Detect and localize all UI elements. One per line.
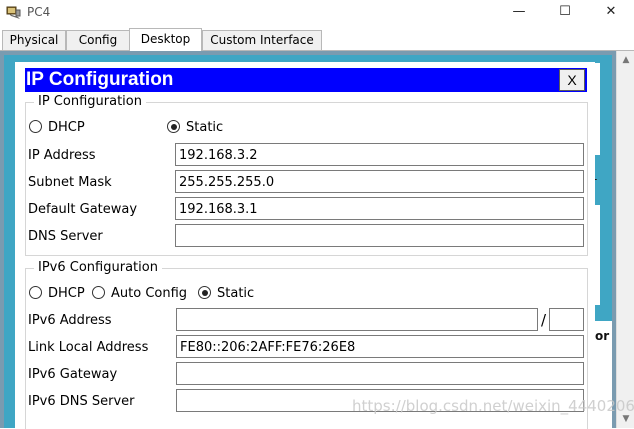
- scroll-down-arrow-icon[interactable]: ▼: [617, 414, 634, 424]
- ipv6-gateway-input[interactable]: [176, 362, 584, 385]
- vertical-scrollbar[interactable]: ▲ ▼: [616, 51, 634, 428]
- subnet-mask-label: Subnet Mask: [28, 175, 112, 190]
- ipv4-configuration-group: IP Configuration DHCP Static IP Address …: [25, 94, 588, 256]
- ip-address-label: IP Address: [28, 148, 96, 163]
- tab-strip: Physical Config Desktop Custom Interface: [0, 28, 634, 51]
- default-gateway-label: Default Gateway: [28, 202, 138, 217]
- ip-address-input[interactable]: 192.168.3.2: [175, 143, 584, 166]
- ipv6-auto-config-radio[interactable]: Auto Config: [92, 286, 187, 301]
- window-title: PC4: [27, 5, 51, 19]
- title-bar: PC4 — ☐ ✕: [0, 0, 634, 26]
- ip-configuration-header: IP Configuration X: [25, 68, 587, 92]
- dns-server-label: DNS Server: [28, 229, 103, 244]
- background-text-fragment: or: [595, 329, 610, 343]
- ipv6-address-input[interactable]: [176, 308, 538, 331]
- ipv6-static-radio[interactable]: Static: [198, 286, 254, 301]
- default-gateway-input[interactable]: 192.168.3.1: [175, 197, 584, 220]
- radio-selected-icon: [167, 120, 180, 133]
- dns-server-input[interactable]: [175, 224, 584, 247]
- tab-config[interactable]: Config: [66, 30, 130, 50]
- ipv6-gateway-label: IPv6 Gateway: [28, 367, 118, 382]
- link-local-address-label: Link Local Address: [28, 340, 149, 355]
- ipv6-prefix-input[interactable]: [549, 308, 584, 331]
- ipv6-auto-config-label: Auto Config: [111, 286, 188, 301]
- ipv6-dhcp-label: DHCP: [48, 286, 85, 301]
- ipv4-static-label: Static: [186, 120, 224, 135]
- ipv6-group-label: IPv6 Configuration: [34, 260, 162, 275]
- link-local-address-input[interactable]: FE80::206:2AFF:FE76:26E8: [176, 335, 584, 358]
- ip-configuration-close-button[interactable]: X: [559, 69, 585, 91]
- tab-desktop[interactable]: Desktop: [129, 28, 202, 51]
- ipv6-dns-server-label: IPv6 DNS Server: [28, 394, 135, 409]
- ipv4-dhcp-radio[interactable]: DHCP: [29, 120, 85, 135]
- ipv4-dhcp-label: DHCP: [48, 120, 85, 135]
- tab-physical[interactable]: Physical: [2, 30, 66, 50]
- radio-unselected-icon: [29, 120, 42, 133]
- scroll-up-arrow-icon[interactable]: ▲: [617, 55, 634, 65]
- radio-unselected-icon: [29, 286, 42, 299]
- pc-app-icon: [6, 6, 21, 19]
- watermark-text: https://blog.csdn.net/weixin_44402062: [352, 397, 634, 415]
- ip-configuration-window: IP Configuration X IP Configuration DHCP…: [15, 62, 595, 429]
- maximize-button[interactable]: ☐: [542, 0, 588, 26]
- tab-custom-interface[interactable]: Custom Interface: [202, 30, 322, 50]
- prefix-separator: /: [541, 311, 547, 329]
- close-window-button[interactable]: ✕: [588, 0, 634, 26]
- radio-selected-icon: [198, 286, 211, 299]
- ipv6-address-label: IPv6 Address: [28, 313, 112, 328]
- ipv6-static-label: Static: [217, 286, 255, 301]
- radio-unselected-icon: [92, 286, 105, 299]
- ip-configuration-title: IP Configuration: [26, 69, 174, 90]
- ipv4-group-label: IP Configuration: [34, 94, 146, 109]
- subnet-mask-input[interactable]: 255.255.255.0: [175, 170, 584, 193]
- ipv6-dhcp-radio[interactable]: DHCP: [29, 286, 85, 301]
- ipv4-static-radio[interactable]: Static: [167, 120, 223, 135]
- minimize-button[interactable]: —: [496, 0, 542, 26]
